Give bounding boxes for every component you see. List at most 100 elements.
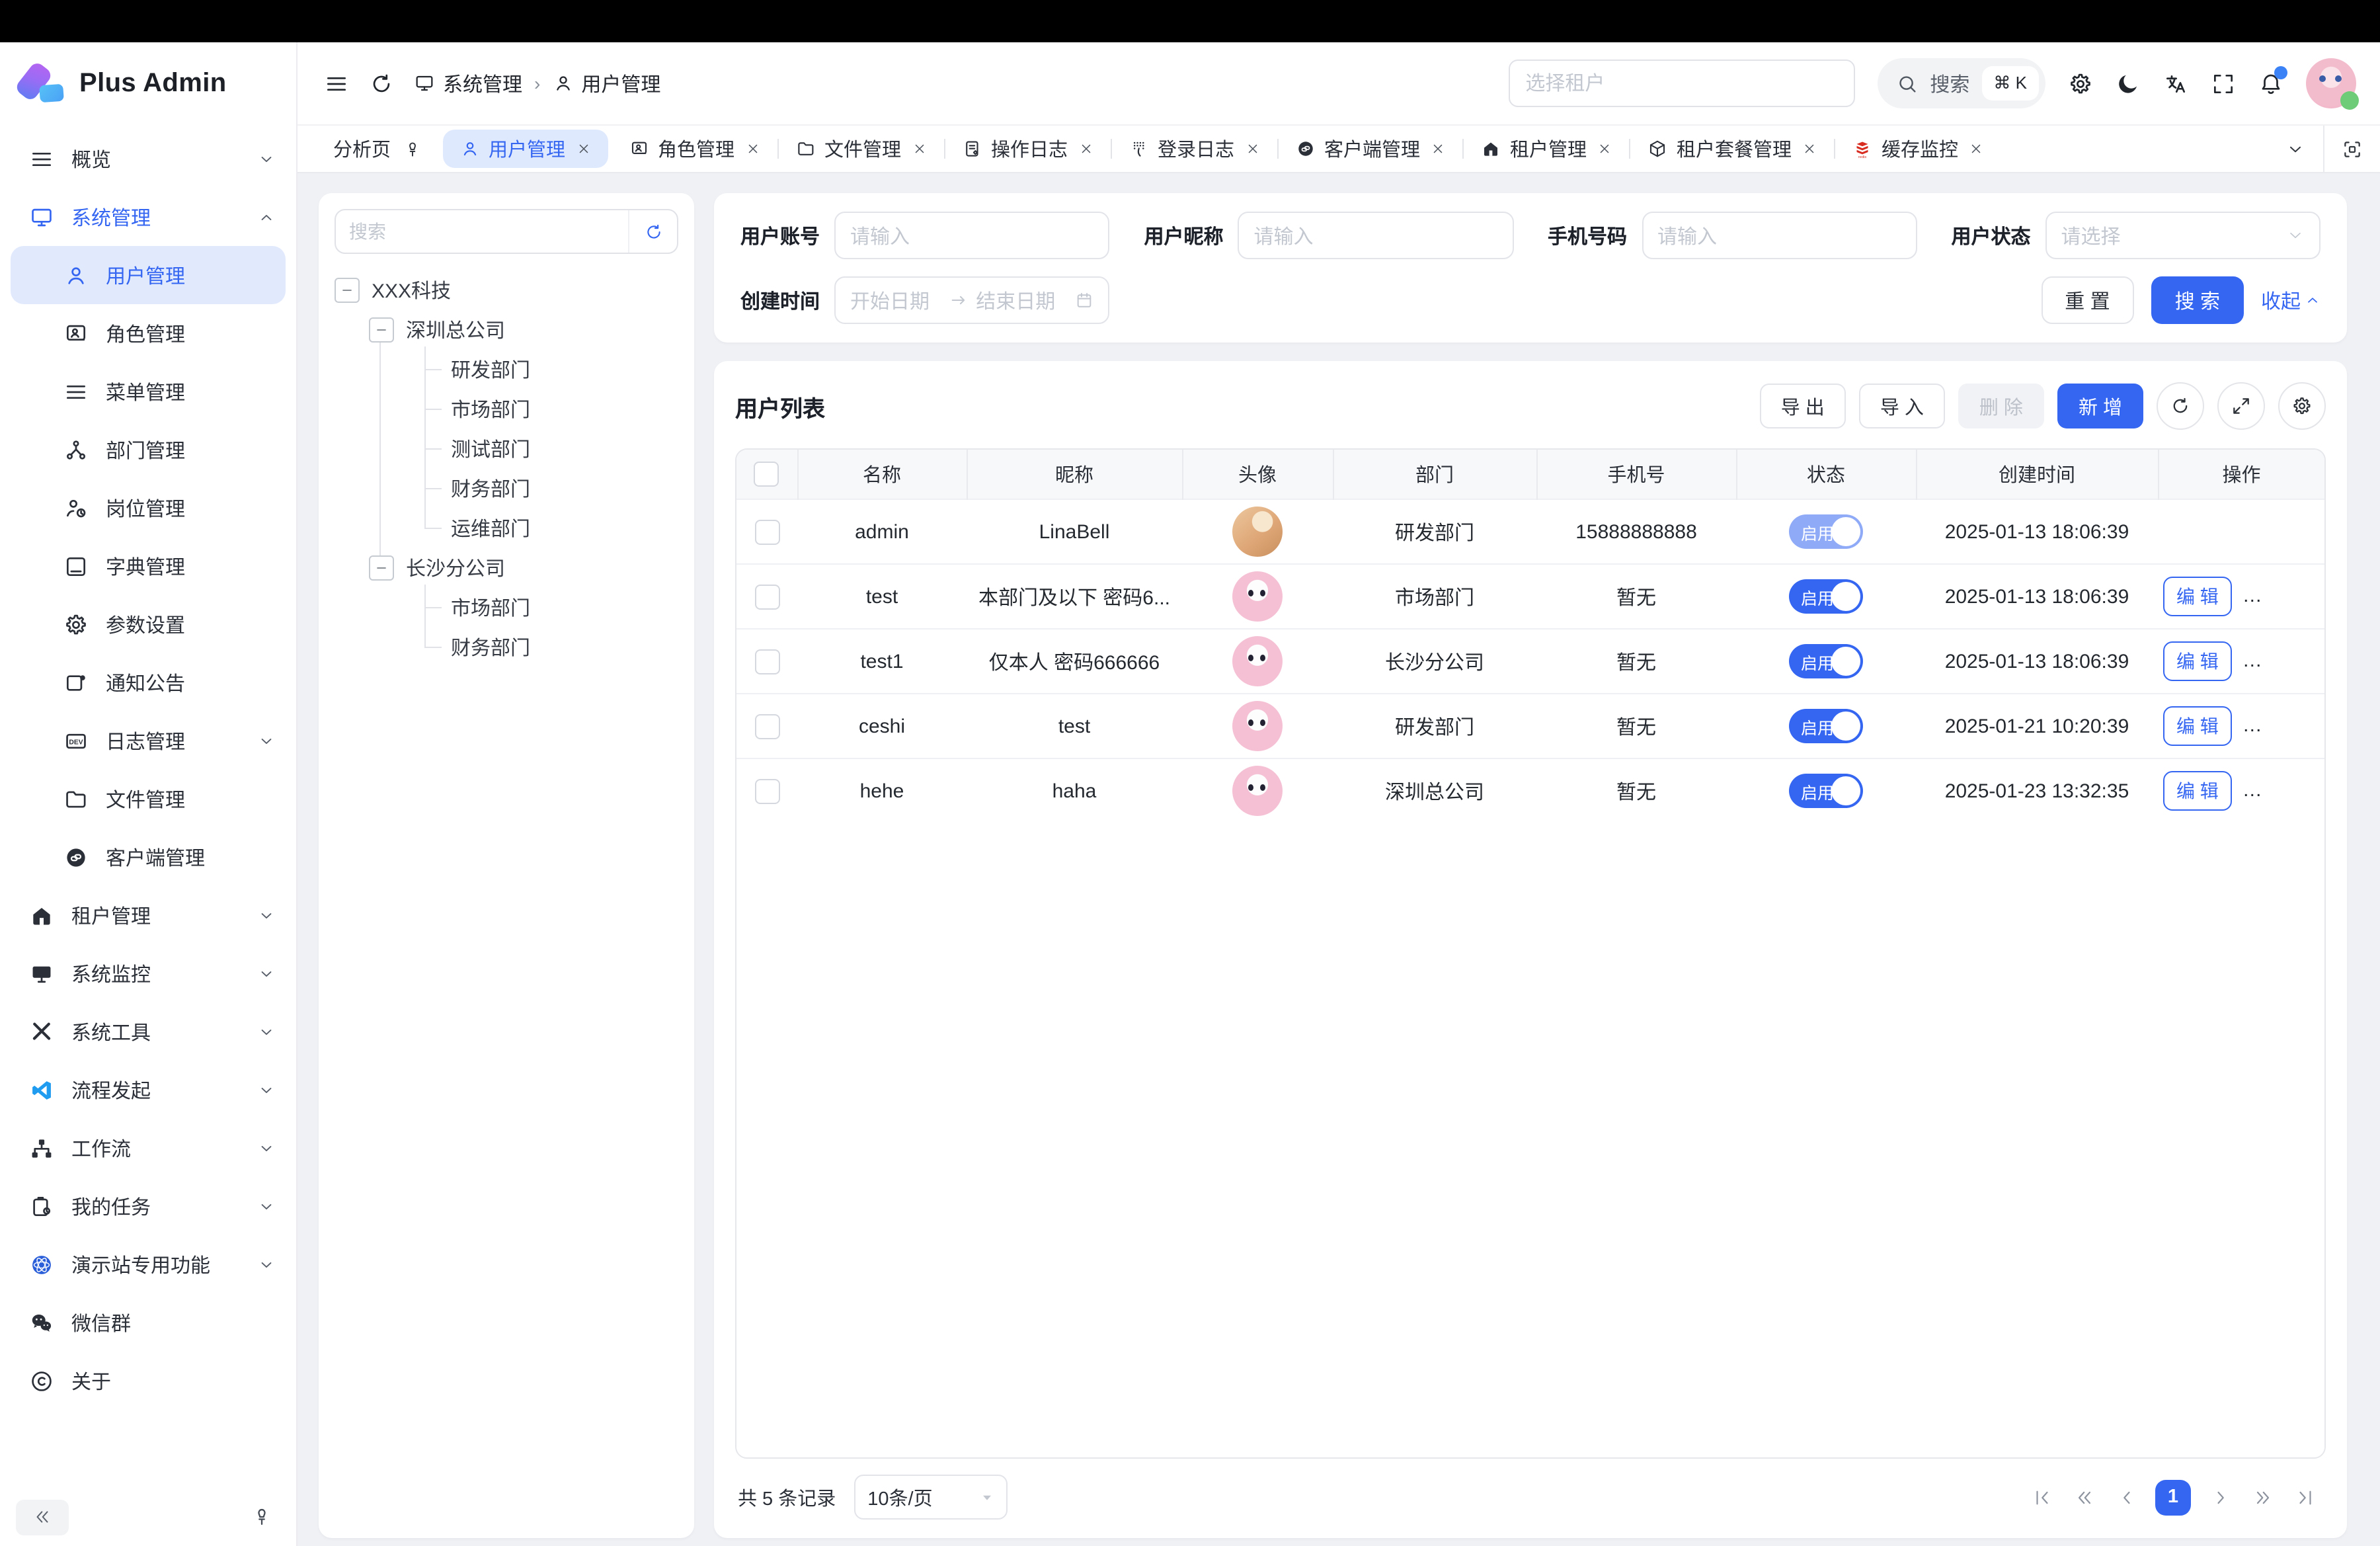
more-button[interactable]: 更多	[2322, 712, 2324, 740]
more-button[interactable]: 更多	[2322, 583, 2324, 610]
tab[interactable]: 租户管理	[1464, 126, 1629, 172]
status-toggle[interactable]: 启用	[1789, 579, 1863, 614]
export-button[interactable]: 导 出	[1760, 384, 1846, 428]
prev-page-button[interactable]	[2108, 1479, 2145, 1516]
close-icon[interactable]	[1597, 142, 1612, 156]
sidebar-item[interactable]: 部门管理	[11, 421, 286, 479]
add-button[interactable]: 新 增	[2057, 384, 2143, 428]
tabs-dropdown-chevron-icon[interactable]	[2268, 126, 2323, 172]
sidebar-item[interactable]: 系统监控	[11, 944, 286, 1002]
more-button[interactable]: 更多	[2322, 777, 2324, 805]
sidebar-item[interactable]: 工作流	[11, 1119, 286, 1177]
tree-search-input[interactable]	[336, 221, 628, 242]
close-icon[interactable]	[1431, 142, 1445, 156]
sidebar-item[interactable]: 流程发起	[11, 1061, 286, 1119]
close-icon[interactable]	[1245, 142, 1259, 156]
sidebar-item[interactable]: 文件管理	[11, 770, 286, 828]
tab[interactable]: 登录日志	[1111, 126, 1277, 172]
status-select[interactable]: 请选择	[2045, 212, 2320, 259]
tab[interactable]: 客户端管理	[1278, 126, 1462, 172]
row-checkbox[interactable]	[754, 649, 779, 674]
last-page-button[interactable]	[2286, 1479, 2323, 1516]
tree-collapse-icon[interactable]	[369, 555, 394, 580]
edit-button[interactable]: 编 辑	[2163, 641, 2232, 681]
sidebar-item[interactable]: DEV日志管理	[11, 712, 286, 770]
tenant-select-input[interactable]	[1508, 60, 1854, 107]
account-input[interactable]: 请输入	[834, 212, 1109, 259]
sidebar-item[interactable]: 系统工具	[11, 1002, 286, 1061]
sidebar-item[interactable]: 租户管理	[11, 886, 286, 944]
tab[interactable]: 角色管理	[612, 126, 777, 172]
close-icon[interactable]	[1802, 142, 1817, 156]
tab[interactable]: redis缓存监控	[1835, 126, 2001, 172]
tree-leaf[interactable]: 运维部门	[414, 508, 678, 548]
tree-collapse-icon[interactable]	[369, 317, 394, 342]
close-icon[interactable]	[912, 142, 926, 156]
close-icon[interactable]	[1078, 142, 1093, 156]
edit-button[interactable]: 编 辑	[2163, 706, 2232, 746]
sidebar-item[interactable]: 角色管理	[11, 304, 286, 362]
global-search-button[interactable]: 搜索 ⌘ K	[1877, 58, 2045, 108]
sidebar-item[interactable]: 岗位管理	[11, 479, 286, 537]
jump-forward-button[interactable]	[2244, 1479, 2281, 1516]
row-checkbox[interactable]	[754, 519, 779, 544]
sidebar-item[interactable]: 客户端管理	[11, 828, 286, 886]
tree-leaf[interactable]: 测试部门	[414, 428, 678, 468]
sidebar-item[interactable]: 演示站专用功能	[11, 1235, 286, 1293]
tree-collapse-icon[interactable]	[335, 277, 360, 302]
close-icon[interactable]	[745, 142, 760, 156]
breadcrumb-item-system[interactable]: 系统管理	[414, 69, 522, 97]
tree-leaf[interactable]: 财务部门	[414, 468, 678, 508]
tree-node-root[interactable]: XXX科技	[335, 270, 678, 309]
settings-gear-icon[interactable]	[2068, 71, 2093, 96]
sidebar-item[interactable]: 我的任务	[11, 1177, 286, 1235]
current-page[interactable]: 1	[2155, 1479, 2191, 1515]
table-expand-button[interactable]	[2217, 382, 2265, 430]
row-checkbox[interactable]	[754, 778, 779, 803]
hamburger-menu-icon[interactable]	[324, 71, 349, 96]
delete-button[interactable]: 删 除	[1958, 384, 2044, 428]
user-avatar[interactable]	[2306, 58, 2356, 108]
close-icon[interactable]	[576, 142, 590, 156]
row-checkbox[interactable]	[754, 584, 779, 609]
tab[interactable]: 操作日志	[945, 126, 1110, 172]
sidebar-item[interactable]: 概览	[11, 130, 286, 188]
status-toggle[interactable]: 启用	[1789, 709, 1863, 743]
status-toggle[interactable]: 启用	[1789, 774, 1863, 808]
dark-mode-moon-icon[interactable]	[2116, 71, 2141, 96]
collapse-filters-link[interactable]: 收起	[2261, 286, 2320, 314]
tree-leaf[interactable]: 市场部门	[414, 587, 678, 627]
tree-leaf[interactable]: 财务部门	[414, 627, 678, 667]
tree-node-branch[interactable]: 深圳总公司	[369, 309, 678, 349]
sidebar-item[interactable]: 参数设置	[11, 595, 286, 653]
page-size-select[interactable]: 10条/页	[854, 1475, 1008, 1520]
sidebar-collapse-button[interactable]	[16, 1499, 69, 1535]
tab[interactable]: 文件管理	[778, 126, 943, 172]
content-fullscreen-icon[interactable]	[2323, 126, 2380, 172]
select-all-checkbox[interactable]	[754, 462, 779, 487]
first-page-button[interactable]	[2023, 1479, 2060, 1516]
edit-button[interactable]: 编 辑	[2163, 577, 2232, 616]
tab[interactable]: 用户管理	[442, 130, 608, 168]
reset-button[interactable]: 重 置	[2041, 276, 2133, 324]
more-button[interactable]: 更多	[2322, 647, 2324, 675]
table-settings-button[interactable]	[2278, 382, 2326, 430]
sidebar-item[interactable]: 用户管理	[11, 246, 286, 304]
sidebar-item[interactable]: 菜单管理	[11, 362, 286, 421]
table-refresh-button[interactable]	[2157, 382, 2204, 430]
next-page-button[interactable]	[2202, 1479, 2239, 1516]
sidebar-item[interactable]: 通知公告	[11, 653, 286, 712]
import-button[interactable]: 导 入	[1859, 384, 1945, 428]
phone-input[interactable]: 请输入	[1642, 212, 1917, 259]
close-icon[interactable]	[1969, 142, 1983, 156]
status-toggle[interactable]: 启用	[1789, 644, 1863, 678]
search-button[interactable]: 搜 索	[2151, 276, 2244, 324]
tab[interactable]: 分析页	[316, 126, 438, 172]
sidebar-item[interactable]: 关于	[11, 1352, 286, 1410]
status-toggle[interactable]: 启用	[1789, 514, 1863, 549]
refresh-page-icon[interactable]	[369, 71, 394, 96]
fullscreen-icon[interactable]	[2211, 71, 2236, 96]
translate-icon[interactable]	[2163, 71, 2188, 96]
jump-back-button[interactable]	[2065, 1479, 2102, 1516]
row-checkbox[interactable]	[754, 713, 779, 739]
